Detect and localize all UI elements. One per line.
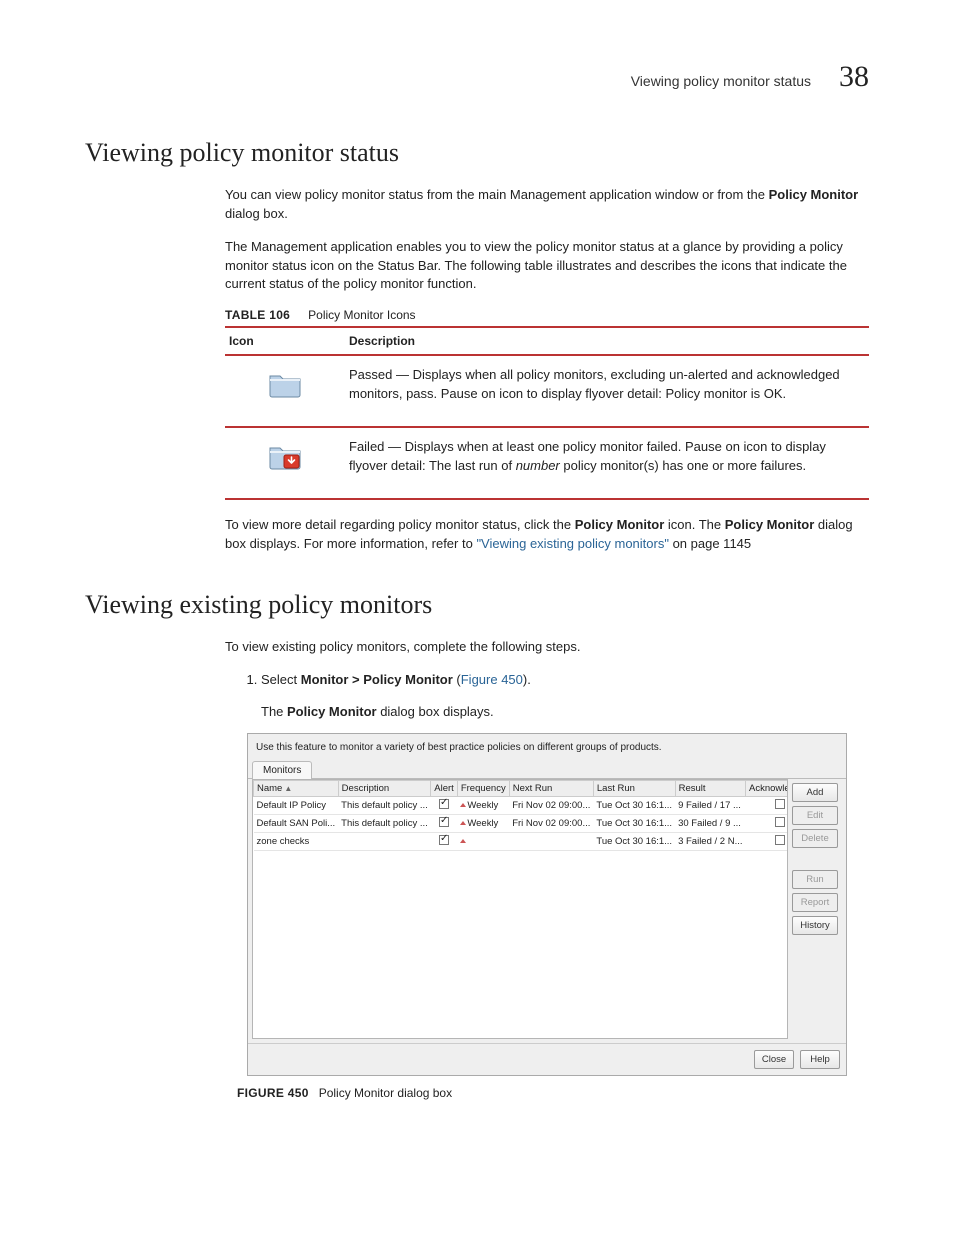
add-button[interactable]: Add <box>792 783 838 802</box>
heading-viewing-status: Viewing policy monitor status <box>85 138 869 168</box>
triangle-icon <box>460 803 466 807</box>
folder-passed-icon <box>268 370 302 398</box>
col-last-run[interactable]: Last Run <box>593 781 675 797</box>
sort-asc-icon: ▲ <box>284 784 292 793</box>
triangle-icon <box>460 839 466 843</box>
history-button[interactable]: History <box>792 916 838 935</box>
cell-result: 9 Failed / 17 ... <box>675 797 745 815</box>
run-button: Run <box>792 870 838 889</box>
cell-last: Tue Oct 30 16:1... <box>593 833 675 851</box>
cell-alert <box>431 833 458 851</box>
delete-button: Delete <box>792 829 838 848</box>
table-row: Passed — Displays when all policy monito… <box>225 355 869 427</box>
content-block: You can view policy monitor status from … <box>225 186 869 554</box>
checkbox-icon[interactable] <box>775 817 785 827</box>
cell-alert <box>431 797 458 815</box>
col-name[interactable]: Name▲ <box>254 781 339 797</box>
cell-name: zone checks <box>254 833 339 851</box>
table-row: Failed — Displays when at least one poli… <box>225 427 869 499</box>
checkbox-icon[interactable] <box>775 835 785 845</box>
post-table-paragraph: To view more detail regarding policy mon… <box>225 516 869 554</box>
folder-failed-icon <box>268 442 302 470</box>
cell-freq: Weekly <box>457 815 509 833</box>
col-next-run[interactable]: Next Run <box>509 781 593 797</box>
table-caption: TABLE 106Policy Monitor Icons <box>225 308 869 322</box>
col-alert[interactable]: Alert <box>431 781 458 797</box>
cell-last: Tue Oct 30 16:1... <box>593 797 675 815</box>
step-1-result: The Policy Monitor dialog box displays. <box>261 702 869 722</box>
table-row[interactable]: Default IP PolicyThis default policy ...… <box>254 797 789 815</box>
link-viewing-existing[interactable]: "Viewing existing policy monitors" <box>476 536 669 551</box>
col-icon: Icon <box>225 327 345 355</box>
col-result[interactable]: Result <box>675 781 745 797</box>
col-description: Description <box>345 327 869 355</box>
cell-name: Default IP Policy <box>254 797 339 815</box>
dialog-side-buttons: Add Edit Delete Run Report History <box>792 779 842 1039</box>
col-acknowledged[interactable]: Acknowledged <box>746 781 789 797</box>
tab-monitors[interactable]: Monitors <box>252 761 312 779</box>
policy-monitor-icons-table: Icon Description Passed <box>225 326 869 500</box>
failed-description: Failed — Displays when at least one poli… <box>345 427 869 499</box>
cell-next <box>509 833 593 851</box>
intro-existing: To view existing policy monitors, comple… <box>225 638 869 657</box>
cell-name: Default SAN Poli... <box>254 815 339 833</box>
monitors-table: Name▲ Description Alert Frequency Next R… <box>253 780 788 851</box>
triangle-icon <box>460 821 466 825</box>
cell-freq: Weekly <box>457 797 509 815</box>
cell-desc: This default policy ... <box>338 797 431 815</box>
table-row[interactable]: Default SAN Poli...This default policy .… <box>254 815 789 833</box>
cell-ack <box>746 815 789 833</box>
dialog-description: Use this feature to monitor a variety of… <box>248 734 846 759</box>
intro-paragraph-1: You can view policy monitor status from … <box>225 186 869 224</box>
passed-description: Passed — Displays when all policy monito… <box>345 355 869 427</box>
intro-paragraph-2: The Management application enables you t… <box>225 238 869 295</box>
cell-desc <box>338 833 431 851</box>
heading-viewing-existing: Viewing existing policy monitors <box>85 590 869 620</box>
dialog-body: Name▲ Description Alert Frequency Next R… <box>248 778 846 1043</box>
help-button[interactable]: Help <box>800 1050 840 1069</box>
table-row[interactable]: zone checks Tue Oct 30 16:1...3 Failed / … <box>254 833 789 851</box>
cell-ack <box>746 797 789 815</box>
cell-alert <box>431 815 458 833</box>
checkbox-icon[interactable] <box>439 835 449 845</box>
header-section-title: Viewing policy monitor status <box>631 73 811 89</box>
close-button[interactable]: Close <box>754 1050 794 1069</box>
checkbox-icon[interactable] <box>439 799 449 809</box>
monitors-table-container[interactable]: Name▲ Description Alert Frequency Next R… <box>252 779 788 1039</box>
cell-next: Fri Nov 02 09:00... <box>509 797 593 815</box>
cell-result: 30 Failed / 9 ... <box>675 815 745 833</box>
content-block-2: To view existing policy monitors, comple… <box>225 638 869 1101</box>
figure-caption: FIGURE 450Policy Monitor dialog box <box>237 1086 869 1100</box>
cell-next: Fri Nov 02 09:00... <box>509 815 593 833</box>
checkbox-icon[interactable] <box>439 817 449 827</box>
policy-monitor-dialog: Use this feature to monitor a variety of… <box>247 733 847 1076</box>
dialog-footer: Close Help <box>248 1043 846 1075</box>
steps-list: Select Monitor > Policy Monitor (Figure … <box>225 670 869 690</box>
step-1: Select Monitor > Policy Monitor (Figure … <box>261 670 869 690</box>
failed-icon-cell <box>225 427 345 499</box>
cell-result: 3 Failed / 2 N... <box>675 833 745 851</box>
passed-icon-cell <box>225 355 345 427</box>
cell-ack <box>746 833 789 851</box>
col-frequency[interactable]: Frequency <box>457 781 509 797</box>
cell-freq <box>457 833 509 851</box>
col-description[interactable]: Description <box>338 781 431 797</box>
edit-button: Edit <box>792 806 838 825</box>
cell-last: Tue Oct 30 16:1... <box>593 815 675 833</box>
page-header: Viewing policy monitor status 38 <box>85 60 869 94</box>
cell-desc: This default policy ... <box>338 815 431 833</box>
document-page: Viewing policy monitor status 38 Viewing… <box>0 0 954 1180</box>
link-figure-450[interactable]: Figure 450 <box>461 672 523 687</box>
page-number: 38 <box>839 60 869 94</box>
report-button: Report <box>792 893 838 912</box>
checkbox-icon[interactable] <box>775 799 785 809</box>
